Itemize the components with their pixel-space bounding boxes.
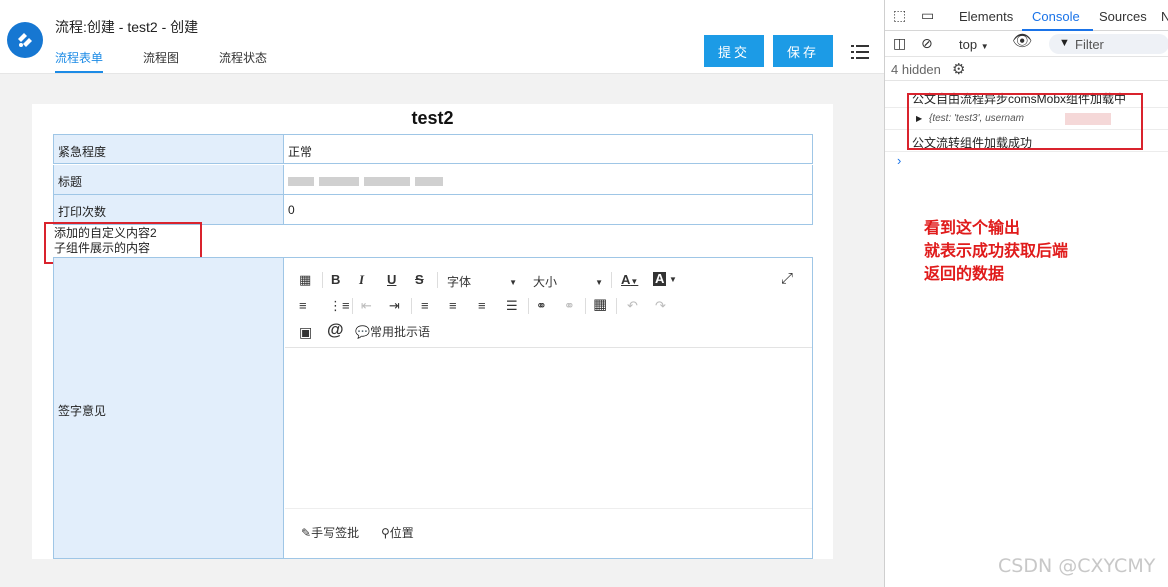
caret-down-icon: ▼	[509, 278, 517, 287]
comment-phrases-button[interactable]: 💬常用批示语	[355, 324, 430, 340]
editor-toolbar: ▦ B I U S 字体 ▼ 大小 ▼ A▼ A ▼ ⤢ ≡ ⋮≡ ⇤ ⇥ ≡ …	[285, 258, 812, 348]
fullscreen-icon[interactable]: ⤢	[781, 271, 793, 287]
sidebar-toggle-icon[interactable]: ◫	[893, 35, 906, 51]
indent-icon[interactable]: ⇥	[389, 298, 400, 314]
font-family-select[interactable]: 字体 ▼	[447, 273, 517, 290]
tab-flow-form[interactable]: 流程表单	[55, 49, 104, 73]
app-title: 流程:创建 - test2 - 创建	[55, 19, 199, 35]
field-label: 标题	[54, 165, 284, 194]
title-value-blurred[interactable]	[288, 175, 448, 189]
caret-down-icon[interactable]: ▼	[669, 272, 677, 288]
unordered-list-icon[interactable]: ⋮≡	[329, 298, 350, 314]
filter-input[interactable]: ▼ Filter	[1049, 34, 1168, 54]
watermark: CSDN @CXYCMY	[998, 555, 1156, 577]
field-label: 紧急程度	[54, 135, 284, 163]
save-button[interactable]: 保存	[773, 35, 833, 67]
redo-icon[interactable]: ↷	[655, 298, 666, 314]
handwrite-sign-button[interactable]: ✎手写签批	[301, 525, 359, 541]
annotation-text: 看到这个输出 就表示成功获取后端 返回的数据	[924, 218, 1069, 283]
location-button[interactable]: ⚲位置	[381, 525, 414, 541]
eye-icon[interactable]: 👁	[1012, 34, 1032, 50]
form-row-print-count: 打印次数 0	[53, 195, 813, 225]
highlight-box	[907, 93, 1143, 150]
italic-icon[interactable]: I	[359, 272, 364, 288]
clear-console-icon[interactable]: ⊘	[921, 35, 933, 51]
strikethrough-icon[interactable]: S	[415, 272, 424, 288]
speech-bubble-icon: 💬	[355, 325, 370, 339]
align-right-icon[interactable]: ≡	[478, 298, 486, 314]
tab-sources[interactable]: Sources	[1099, 9, 1147, 24]
app-logo	[7, 22, 43, 58]
align-left-icon[interactable]: ≡	[421, 298, 429, 314]
tab-flow-status[interactable]: 流程状态	[219, 49, 267, 66]
pen-icon: ✎	[301, 526, 312, 540]
location-pin-icon: ⚲	[381, 526, 390, 540]
tab-flow-chart[interactable]: 流程图	[143, 49, 179, 66]
devtools-tab-bar: ⬚ ▭ Elements Console Sources N	[885, 0, 1168, 31]
list-menu-icon[interactable]	[851, 44, 869, 60]
font-size-select[interactable]: 大小 ▼	[533, 273, 603, 290]
inspect-element-icon[interactable]: ⬚	[893, 7, 906, 24]
form-title: test2	[411, 108, 454, 128]
align-justify-icon[interactable]: ☰	[506, 298, 518, 314]
caret-down-icon: ▼	[595, 278, 603, 287]
form-row-opinion: 签字意见 ▦ B I U S 字体 ▼ 大小 ▼ A▼ A ▼ ⤢ ≡ ⋮≡ ⇤…	[53, 257, 813, 559]
device-toolbar-icon[interactable]: ▭	[921, 7, 934, 24]
bold-icon[interactable]: B	[331, 272, 340, 288]
editor-content-area[interactable]	[285, 349, 812, 507]
background-color-icon[interactable]: A	[653, 272, 667, 286]
tab-more[interactable]: N	[1161, 9, 1168, 24]
logo-icon	[18, 33, 32, 47]
opinion-label-cell: 签字意见	[54, 258, 284, 558]
undo-icon[interactable]: ↶	[627, 298, 638, 314]
hidden-messages-row: 4 hidden ⚙	[885, 57, 1168, 81]
align-center-icon[interactable]: ≡	[449, 298, 457, 314]
source-code-icon[interactable]: ▦	[299, 272, 311, 288]
ordered-list-icon[interactable]: ≡	[299, 298, 307, 314]
underline-icon[interactable]: U	[387, 272, 396, 288]
caret-down-icon: ▼	[980, 42, 989, 51]
unlink-icon[interactable]: ⚭	[564, 298, 575, 314]
outdent-icon[interactable]: ⇤	[361, 298, 372, 314]
field-label: 签字意见	[58, 404, 107, 418]
settings-gear-icon[interactable]: ⚙	[952, 60, 965, 78]
tab-console[interactable]: Console	[1032, 9, 1080, 24]
print-count-value[interactable]: 0	[288, 203, 295, 217]
font-color-icon[interactable]: A▼	[621, 272, 638, 290]
submit-button[interactable]: 提交	[704, 35, 764, 67]
editor-footer: ✎手写签批 ⚲位置	[285, 508, 812, 558]
urgency-value[interactable]: 正常	[288, 143, 312, 160]
table-icon[interactable]: ▦	[593, 297, 607, 313]
devtools-panel: ⬚ ▭ Elements Console Sources N ◫ ⊘ top ▼…	[884, 0, 1168, 587]
field-label: 打印次数	[54, 195, 284, 224]
context-select[interactable]: top ▼	[959, 37, 989, 55]
app-header: 流程:创建 - test2 - 创建 流程表单 流程图 流程状态 提交 保存	[0, 0, 884, 74]
mention-icon[interactable]: @	[327, 321, 344, 338]
console-prompt-icon[interactable]: ›	[897, 153, 901, 168]
tab-elements[interactable]: Elements	[959, 9, 1013, 24]
image-icon[interactable]: ▣	[299, 324, 312, 340]
form-row-title: 标题	[53, 165, 813, 195]
console-toolbar: ◫ ⊘ top ▼ 👁 ▼ Filter	[885, 31, 1168, 57]
rich-text-editor: ▦ B I U S 字体 ▼ 大小 ▼ A▼ A ▼ ⤢ ≡ ⋮≡ ⇤ ⇥ ≡ …	[285, 258, 812, 558]
filter-icon: ▼	[1059, 37, 1070, 49]
form-row-urgency: 紧急程度 正常	[53, 134, 813, 164]
link-icon[interactable]: ⚭	[536, 298, 547, 314]
app-window: 流程:创建 - test2 - 创建 流程表单 流程图 流程状态 提交 保存 t…	[0, 0, 884, 587]
